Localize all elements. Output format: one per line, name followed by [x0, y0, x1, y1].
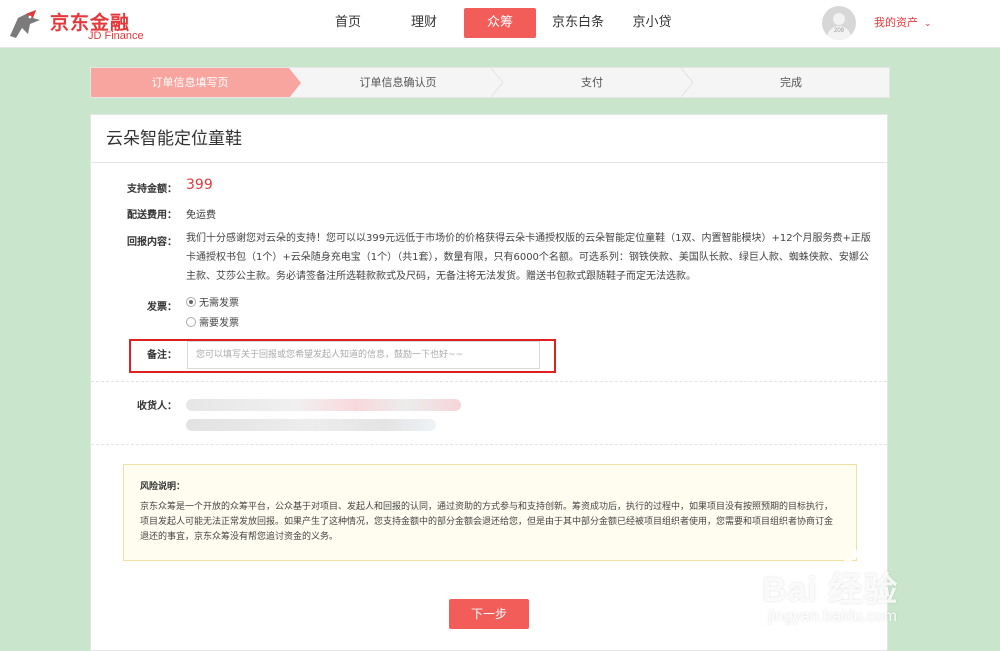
baidu-jingyan-watermark: Bai 经验 jingyan.baidu.com — [762, 548, 992, 638]
product-title: 云朵智能定位童鞋 — [91, 115, 887, 163]
step-separator-arrow — [491, 68, 503, 97]
my-assets-label: 我的资产 — [874, 16, 918, 29]
invoice-label: 发票： — [147, 302, 177, 313]
order-progress-steps: 订单信息填写页 订单信息确认页 支付 完成 — [90, 67, 890, 98]
invoice-option-none[interactable]: 无需发票 — [186, 297, 239, 311]
invoice-option-label: 需要发票 — [199, 318, 239, 329]
invoice-option-label: 无需发票 — [199, 298, 239, 309]
divider — [91, 381, 887, 382]
reward-description: 我们十分感谢您对云朵的支持！您可以以399元远低于市场价的价格获得云朵卡通授权版… — [186, 233, 871, 282]
risk-title: 风险说明： — [140, 482, 186, 492]
my-assets-menu[interactable]: 我的资产 ⌄ — [874, 14, 932, 30]
avatar-number: 209 — [833, 28, 844, 34]
nav-wealth[interactable]: 理财 — [394, 8, 454, 38]
step-separator-arrow — [681, 68, 693, 97]
radio-checked-icon[interactable] — [186, 297, 196, 307]
divider — [91, 444, 887, 445]
avatar[interactable]: 209 — [822, 6, 856, 40]
receiver-label: 收货人： — [137, 401, 177, 412]
jd-dog-logo-icon — [10, 10, 40, 38]
receiver-info-blurred — [186, 399, 461, 411]
remark-input[interactable] — [187, 341, 540, 369]
receiver-address-blurred — [186, 419, 436, 431]
radio-unchecked-icon[interactable] — [186, 317, 196, 327]
support-amount-value: 399 — [186, 177, 213, 193]
nav-crowdfunding[interactable]: 众筹 — [464, 8, 536, 38]
jd-finance-logo[interactable]: 京东金融 JD Finance — [6, 6, 156, 44]
shipping-value: 免运费 — [186, 210, 216, 221]
step-confirm-order: 订单信息确认页 — [359, 76, 437, 89]
step-fill-order: 订单信息填写页 — [91, 68, 289, 97]
nav-home[interactable]: 首页 — [318, 8, 378, 38]
nav-xiaodai[interactable]: 京小贷 — [624, 8, 680, 38]
next-step-button[interactable]: 下一步 — [449, 599, 529, 629]
risk-notice-box: 风险说明： 京东众筹是一个开放的众筹平台，公众基于对项目、发起人和回报的认同，通… — [123, 464, 857, 561]
watermark-text: Bai 经验 — [762, 571, 899, 609]
step-arrow-active — [289, 68, 301, 97]
step-payment: 支付 — [581, 76, 603, 89]
support-amount-label: 支持金额： — [127, 184, 177, 195]
logo-english-text: JD Finance — [88, 30, 144, 42]
watermark-url: jingyan.baidu.com — [768, 608, 897, 625]
risk-text: 京东众筹是一个开放的众筹平台，公众基于对项目、发起人和回报的认同，通过资助的方式… — [140, 502, 834, 542]
remark-label: 备注： — [147, 350, 177, 361]
nav-baitiao[interactable]: 京东白条 — [546, 8, 610, 38]
avatar-head-shape — [833, 13, 845, 25]
chevron-down-icon: ⌄ — [924, 19, 932, 29]
invoice-option-need[interactable]: 需要发票 — [186, 317, 239, 331]
step-complete: 完成 — [780, 76, 802, 89]
top-header: 京东金融 JD Finance 首页 理财 众筹 京东白条 京小贷 209 我的… — [0, 0, 1000, 48]
shipping-label: 配送费用： — [127, 210, 177, 221]
reward-label: 回报内容： — [127, 237, 177, 248]
